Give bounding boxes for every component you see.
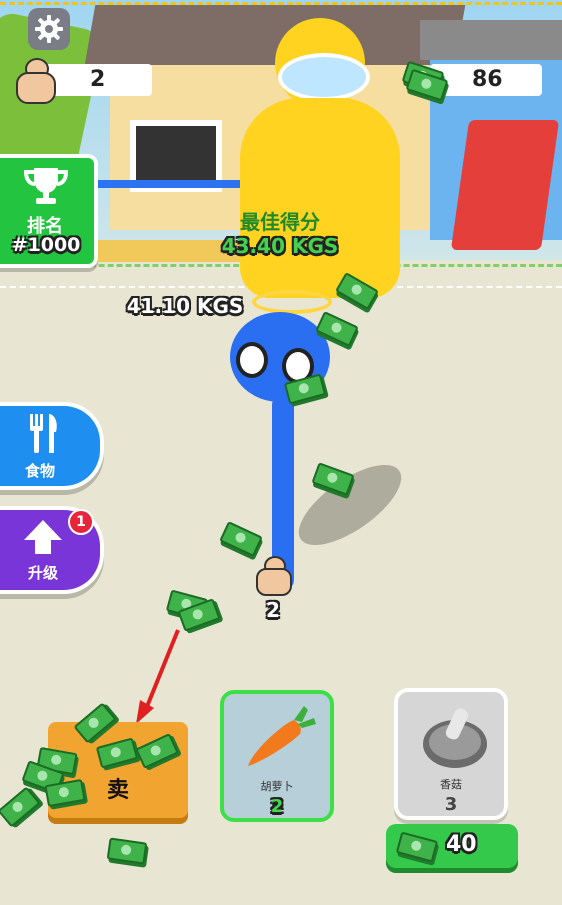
player-count-value: 2 <box>90 67 106 92</box>
fork-knife-icon <box>30 414 57 453</box>
settings-button[interactable] <box>28 8 70 50</box>
cash-stack-icon <box>401 60 449 102</box>
gear-icon <box>35 15 63 43</box>
food-card-mushroom[interactable]: 香菇 3 <box>394 688 508 820</box>
carrot-icon <box>248 706 316 766</box>
food-name: 胡萝卜 <box>260 780 294 793</box>
cash-icon <box>395 831 439 863</box>
muscle-man-icon <box>16 58 56 104</box>
buy-mushroom-button[interactable]: 40 <box>386 824 518 868</box>
trophy-icon <box>24 168 68 204</box>
upgrade-label: 升级 <box>27 564 58 582</box>
money-value: 86 <box>472 67 503 92</box>
food-button[interactable]: 食物 <box>0 402 104 490</box>
best-score-label: 最佳得分 <box>240 210 320 234</box>
upgrade-badge-count: 1 <box>76 514 86 530</box>
food-label: 食物 <box>24 462 55 480</box>
food-name: 香菇 <box>440 778 462 791</box>
player-count-label: 2 <box>266 598 280 622</box>
best-score-value: 43.40 KGS <box>221 234 339 258</box>
game-scene: 2 86 排名 #1000 最佳得分 43.40 KGS 41.10 KGS 食… <box>0 0 562 905</box>
ranking-value: #1000 <box>11 234 81 256</box>
slide <box>450 120 560 250</box>
mushroom-icon <box>423 708 487 768</box>
house-blue-roof <box>420 20 562 60</box>
ranking-button[interactable]: 排名 #1000 <box>0 154 98 268</box>
arrow-pointer-icon <box>136 629 180 724</box>
up-arrow-icon <box>24 520 62 554</box>
player-character <box>230 290 340 600</box>
current-weight-value: 41.10 KGS <box>126 294 244 318</box>
food-card-carrot[interactable]: 胡萝卜 2 <box>220 690 334 822</box>
top-dashed-line <box>0 2 562 5</box>
food-level: 3 <box>444 794 458 815</box>
food-level: 2 <box>270 796 284 817</box>
upgrade-badge: 1 <box>68 509 94 535</box>
player-count-panel: 2 <box>40 64 152 96</box>
player-muscle-icon <box>256 556 292 596</box>
buy-price: 40 <box>446 832 477 857</box>
best-score-character <box>230 18 410 318</box>
